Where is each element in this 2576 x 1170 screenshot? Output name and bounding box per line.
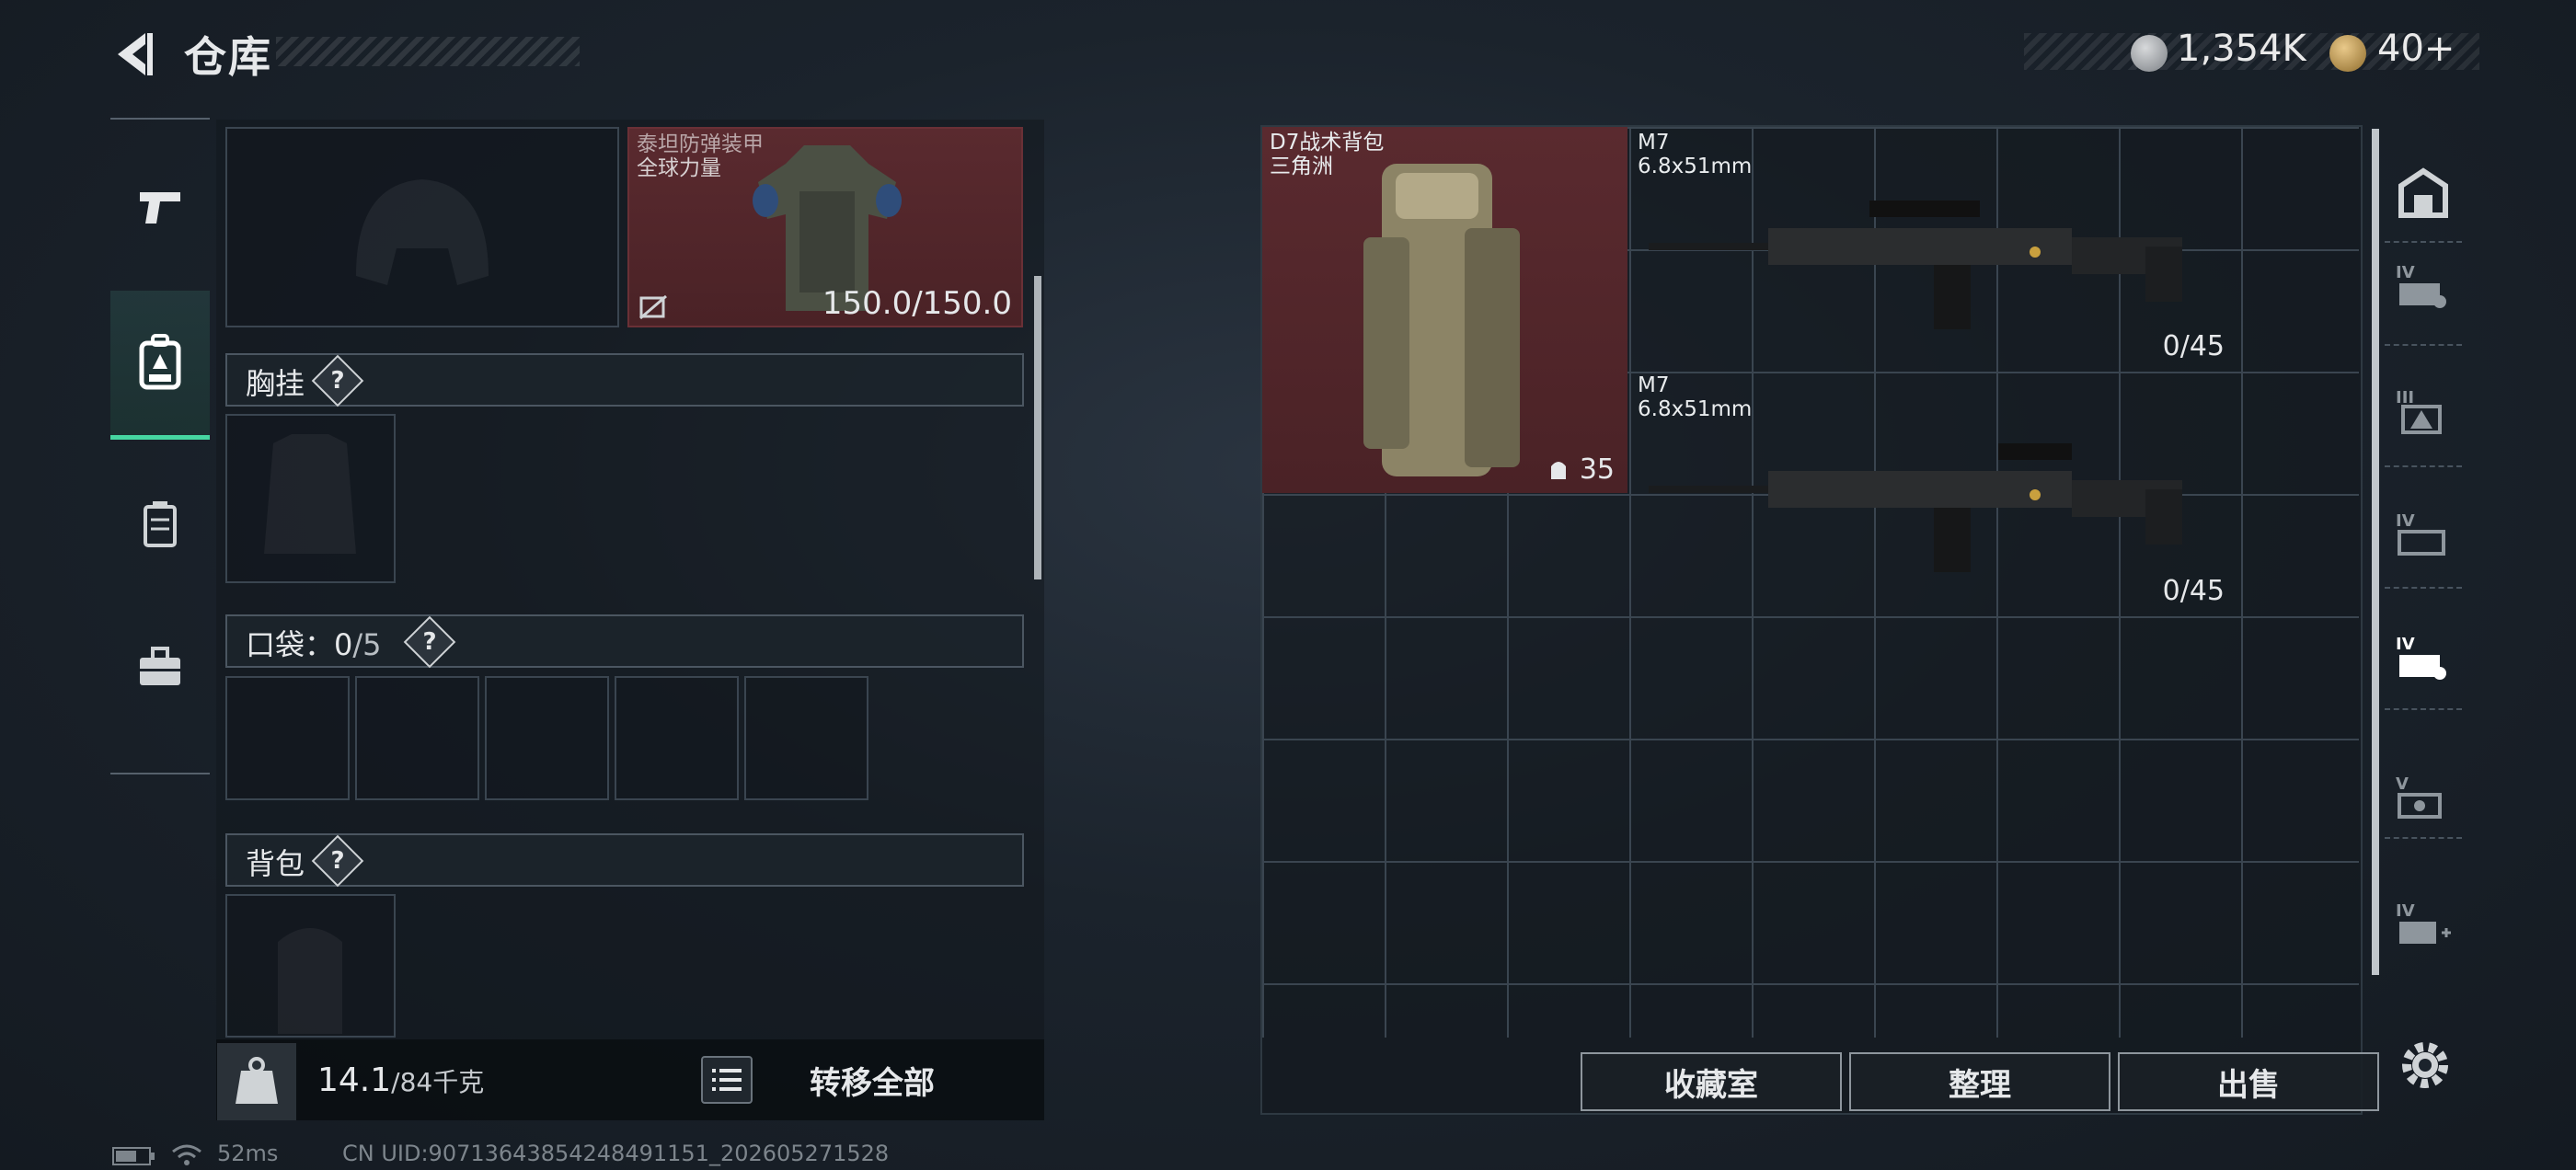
- battery-icon: [112, 1147, 155, 1165]
- svg-text:V: V: [2396, 774, 2409, 794]
- pocket-slot-4[interactable]: [615, 676, 739, 800]
- title-decoration: [276, 37, 580, 66]
- nav-gear[interactable]: [110, 291, 210, 440]
- home-icon: [2398, 167, 2448, 218]
- ammo-count: 0/45: [2162, 575, 2225, 607]
- storage-tab-5-active[interactable]: IV: [2385, 622, 2462, 695]
- storage-tab-iv-add-icon: IV: [2396, 901, 2451, 944]
- backpack-label: 背包: [246, 846, 305, 881]
- pocket-slot-1[interactable]: [225, 676, 350, 800]
- backpack-header: 背包 ?: [225, 833, 1024, 888]
- left-category-nav: [110, 118, 210, 774]
- equipment-scrollbar[interactable]: [1034, 276, 1041, 579]
- coin-balance: 1,354K: [2177, 28, 2306, 70]
- pistol-icon: [140, 192, 180, 224]
- pocket-slot-2[interactable]: [355, 676, 479, 800]
- helmet-placeholder-icon: [356, 179, 489, 285]
- collection-room-button[interactable]: 收藏室: [1581, 1052, 1842, 1111]
- no-insure-icon: [639, 294, 667, 320]
- chest-rig-placeholder-icon: [264, 434, 356, 554]
- tactical-backpack-image: [1363, 164, 1520, 476]
- storage-scrollbar[interactable]: [2372, 129, 2379, 975]
- storage-tab-4[interactable]: IV: [2385, 499, 2462, 572]
- helmet-slot[interactable]: [225, 127, 619, 327]
- storage-tab-6[interactable]: V: [2385, 762, 2462, 835]
- wifi-icon: [172, 1144, 201, 1165]
- token-icon: [2329, 35, 2366, 72]
- user-uid: CN UID:90713643854248491151_202605271528: [342, 1141, 890, 1166]
- svg-text:III: III: [2396, 388, 2414, 407]
- svg-text:IV: IV: [2396, 635, 2415, 654]
- rifle-image: [1649, 443, 2182, 572]
- pocket-slot-3[interactable]: [485, 676, 609, 800]
- toolbox-icon: [140, 647, 180, 685]
- storage-tab-2[interactable]: IV: [2385, 250, 2462, 324]
- list-icon[interactable]: [701, 1056, 753, 1104]
- back-arrow-icon[interactable]: [109, 28, 162, 81]
- storage-item-m7-1[interactable]: M7 6.8x51mm 0/45: [1630, 127, 2237, 370]
- pocket-slot-5[interactable]: [744, 676, 868, 800]
- weight-icon: [217, 1043, 296, 1120]
- storage-tab-home[interactable]: [2385, 156, 2462, 230]
- storage-tab-iv-active-icon: IV: [2396, 635, 2446, 680]
- svg-text:IV: IV: [2396, 901, 2415, 921]
- storage-tab-iv-icon: IV: [2396, 263, 2446, 308]
- storage-tab-iv-b-icon: IV: [2396, 511, 2445, 556]
- backpack-slot[interactable]: [225, 894, 396, 1038]
- ammo-count: 0/45: [2162, 330, 2225, 362]
- pockets-header: 口袋：0/5 ?: [225, 614, 1024, 669]
- coin-icon: [2131, 35, 2168, 72]
- armor-durability: 150.0/150.0: [822, 285, 1012, 322]
- backpack-capacity: 35: [1547, 453, 1615, 486]
- backpack-icon: [139, 333, 181, 389]
- pockets-label: 口袋：0/5: [246, 627, 382, 662]
- storage-item-m7-2[interactable]: M7 6.8x51mm 0/45: [1630, 370, 2237, 614]
- sort-button[interactable]: 整理: [1849, 1052, 2110, 1111]
- nav-weapons[interactable]: [110, 156, 210, 258]
- svg-text:IV: IV: [2396, 263, 2415, 282]
- backpack-help-icon[interactable]: ?: [311, 834, 364, 888]
- storage-tab-v-icon: V: [2396, 774, 2442, 819]
- ping: 52ms: [217, 1141, 279, 1166]
- nav-tools[interactable]: [110, 616, 210, 717]
- transfer-all-button[interactable]: 转移全部: [810, 1058, 935, 1103]
- capacity-icon: [1551, 462, 1567, 479]
- svg-text:IV: IV: [2396, 511, 2415, 531]
- carry-weight: 14.1/84千克: [317, 1061, 485, 1099]
- page-title: 仓库: [184, 32, 272, 82]
- armor-name: 泰坦防弹装甲: [637, 132, 764, 156]
- armor-slot[interactable]: 泰坦防弹装甲 全球力量 150.0/150.0: [627, 127, 1023, 327]
- chest-rig-header: 胸挂 ?: [225, 353, 1024, 407]
- storage-tab-3[interactable]: III: [2385, 375, 2462, 449]
- nav-consumables[interactable]: [110, 473, 210, 574]
- gear-icon[interactable]: [2392, 1032, 2458, 1098]
- rifle-image: [1649, 201, 2182, 329]
- armor-brand: 全球力量: [637, 156, 721, 180]
- canister-icon: [144, 501, 177, 547]
- chest-rig-help-icon[interactable]: ?: [311, 354, 364, 407]
- storage-tab-iii-icon: III: [2396, 388, 2442, 434]
- pockets-help-icon[interactable]: ?: [403, 615, 456, 669]
- chest-rig-slot[interactable]: [225, 414, 396, 583]
- storage-tab-add[interactable]: IV: [2385, 889, 2462, 962]
- token-balance[interactable]: 40+: [2377, 28, 2455, 70]
- storage-item-backpack[interactable]: D7战术背包 三角洲 35: [1262, 127, 1627, 493]
- sell-button[interactable]: 出售: [2118, 1052, 2379, 1111]
- chest-rig-label: 胸挂: [246, 366, 305, 401]
- backpack-placeholder-icon: [278, 928, 342, 1034]
